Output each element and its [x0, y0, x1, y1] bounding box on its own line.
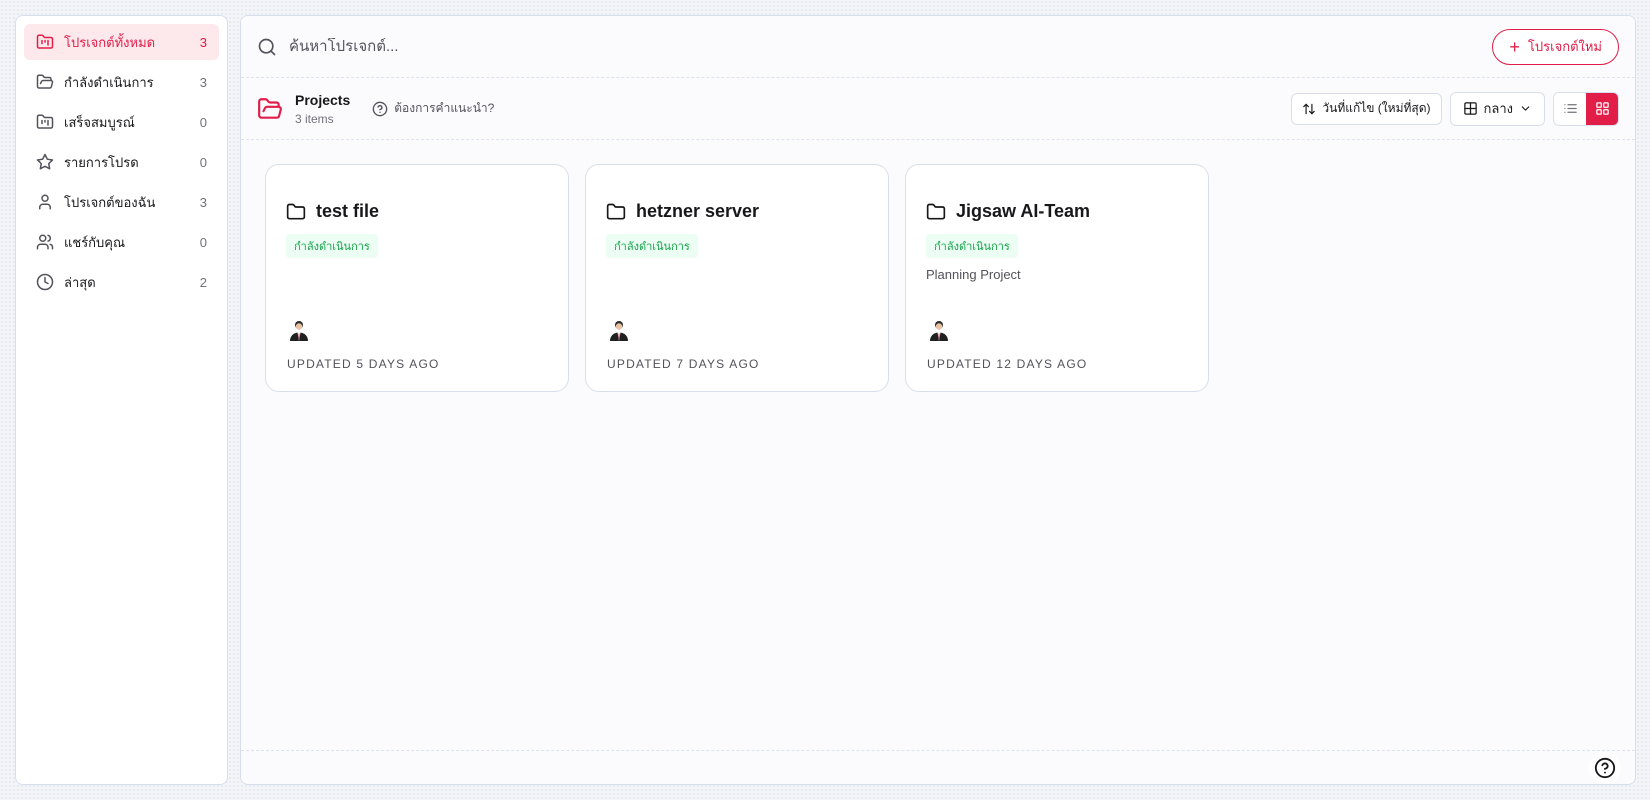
card-size-select[interactable]: กลาง	[1449, 91, 1545, 126]
sort-label: วันที่แก้ไข (ใหม่ที่สุด)	[1322, 101, 1431, 115]
clock-icon	[36, 273, 54, 291]
folder-kanban-icon	[36, 33, 54, 51]
updated-time: UPDATED 12 DAYS AGO	[927, 357, 1088, 371]
project-name: test file	[316, 201, 380, 221]
project-card[interactable]: hetzner server กำลังดำเนินการ UPDATED 7 …	[585, 164, 889, 392]
help-button[interactable]	[1589, 752, 1621, 784]
search-input[interactable]	[289, 38, 1493, 55]
plus-icon: +	[1509, 36, 1520, 57]
sidebar-item-count: 3	[199, 194, 207, 210]
search-icon	[258, 38, 276, 55]
sidebar-item-count: 2	[199, 274, 207, 290]
grid-view-button[interactable]	[1586, 92, 1618, 125]
sidebar-item-in-progress[interactable]: กำลังดำเนินการ 3	[24, 64, 219, 100]
list-icon	[1563, 104, 1577, 113]
sidebar-item-shared[interactable]: แชร์กับคุณ 0	[24, 224, 219, 260]
status-badge: กำลังดำเนินการ	[286, 234, 378, 258]
help-link[interactable]: ต้องการคำแนะนำ?	[372, 99, 494, 118]
help-circle-icon	[372, 101, 388, 116]
main-panel: + โปรเจกต์ใหม่ Projects 3 items ต้องการค…	[240, 15, 1636, 785]
sidebar-item-count: 3	[199, 34, 207, 50]
project-grid: test file กำลังดำเนินการ UPDATED 5 DAYS …	[241, 140, 1635, 416]
sidebar-item-my-projects[interactable]: โปรเจกต์ของฉัน 3	[24, 184, 219, 220]
star-icon	[36, 153, 54, 171]
list-view-button[interactable]	[1554, 92, 1586, 125]
project-card-header: Jigsaw AI-Team	[926, 201, 1188, 222]
project-name: hetzner server	[636, 201, 760, 221]
updated-time: UPDATED 5 DAYS AGO	[287, 357, 440, 371]
project-card-header: test file	[286, 201, 548, 222]
avatar	[290, 321, 308, 341]
folder-open-icon	[258, 97, 282, 119]
project-name: Jigsaw AI-Team	[956, 201, 1091, 221]
sidebar-item-count: 0	[199, 114, 207, 130]
sidebar-item-label: โปรเจกต์ทั้งหมด	[64, 34, 156, 50]
project-description: Planning Project	[926, 267, 1021, 282]
sort-button[interactable]: วันที่แก้ไข (ใหม่ที่สุด)	[1291, 92, 1442, 125]
chevron-down-icon	[1521, 106, 1530, 111]
folder-icon	[926, 203, 946, 219]
footer-divider	[241, 750, 1635, 751]
project-card-header: hetzner server	[606, 201, 868, 222]
sidebar-item-label: แชร์กับคุณ	[64, 234, 126, 250]
status-badge: กำลังดำเนินการ	[606, 234, 698, 258]
sidebar-item-label: ล่าสุด	[64, 274, 96, 290]
card-size-label: กลาง	[1483, 101, 1514, 116]
new-project-button[interactable]: + โปรเจกต์ใหม่	[1492, 28, 1619, 65]
sidebar-item-label: โปรเจกต์ของฉัน	[64, 194, 156, 210]
status-badge: กำลังดำเนินการ	[926, 234, 1018, 258]
sidebar-item-label: เสร็จสมบูรณ์	[64, 114, 135, 130]
page-title: Projects	[295, 91, 351, 108]
projects-toolbar: Projects 3 items ต้องการคำแนะนำ? วันที่แ…	[241, 78, 1635, 140]
search-bar: + โปรเจกต์ใหม่	[241, 16, 1635, 78]
sidebar-item-count: 0	[199, 154, 207, 170]
grid-layout-icon	[1463, 102, 1477, 115]
sidebar-item-completed[interactable]: เสร็จสมบูรณ์ 0	[24, 104, 219, 140]
sidebar-item-count: 3	[199, 74, 207, 90]
sort-arrows-icon	[1303, 103, 1316, 114]
avatar	[930, 321, 948, 341]
projects-heading: Projects 3 items	[295, 92, 350, 126]
help-circle-icon	[1594, 757, 1616, 779]
view-toggle	[1553, 91, 1619, 126]
folder-open-icon	[36, 73, 54, 91]
sidebar-item-all-projects[interactable]: โปรเจกต์ทั้งหมด 3	[24, 24, 219, 60]
updated-time: UPDATED 7 DAYS AGO	[607, 357, 760, 371]
sidebar-item-label: รายการโปรด	[64, 154, 139, 170]
project-card[interactable]: Jigsaw AI-Team กำลังดำเนินการ Planning P…	[905, 164, 1209, 392]
user-icon	[36, 193, 54, 211]
sidebar-item-count: 0	[199, 234, 207, 250]
folder-icon	[606, 203, 626, 219]
sidebar-item-label: กำลังดำเนินการ	[64, 74, 154, 90]
folder-kanban-icon	[36, 113, 54, 131]
users-icon	[36, 233, 54, 251]
avatar	[610, 321, 628, 341]
sidebar-item-recent[interactable]: ล่าสุด 2	[24, 264, 219, 300]
sidebar: โปรเจกต์ทั้งหมด 3 กำลังดำเนินการ 3 เสร็จ…	[15, 15, 228, 785]
folder-icon	[286, 203, 306, 219]
grid-icon	[1595, 102, 1609, 115]
project-card[interactable]: test file กำลังดำเนินการ UPDATED 5 DAYS …	[265, 164, 569, 392]
new-project-label: โปรเจกต์ใหม่	[1527, 39, 1602, 54]
sidebar-item-favorites[interactable]: รายการโปรด 0	[24, 144, 219, 180]
item-count: 3 items	[295, 111, 334, 126]
help-label: ต้องการคำแนะนำ?	[394, 101, 495, 115]
